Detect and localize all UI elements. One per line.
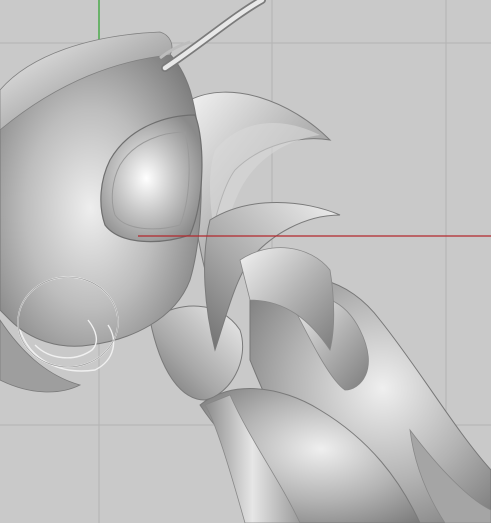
neck-segment[interactable] [149,305,244,401]
viewport-canvas[interactable] [0,0,491,523]
3d-viewport[interactable] [0,0,491,523]
antenna[interactable] [159,0,266,72]
